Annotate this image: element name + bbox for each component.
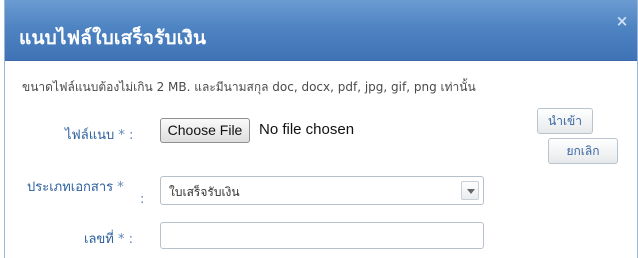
attachment-label: ไฟล์แนบ * :	[65, 124, 133, 145]
import-button[interactable]: นำเข้า	[537, 108, 593, 134]
dialog-title: แนบไฟล์ใบเสร็จรับเงิน	[19, 27, 207, 49]
doc-type-select[interactable]: ใบเสร็จรับเงิน	[160, 176, 484, 205]
cancel-button[interactable]: ยกเลิก	[548, 138, 618, 164]
choose-file-button[interactable]: Choose File	[160, 118, 250, 143]
number-label: เลขที่ * :	[84, 228, 133, 249]
number-required-mark: * :	[118, 232, 134, 247]
attachment-required-mark: * :	[118, 128, 134, 143]
number-input[interactable]	[160, 222, 484, 249]
doc-type-label-text: ประเภทเอกสาร	[27, 180, 114, 195]
attachment-label-text: ไฟล์แนบ	[65, 128, 115, 143]
doc-type-selected-value: ใบเสร็จรับเงิน	[169, 185, 240, 199]
file-size-hint: ขนาดไฟล์แนบต้องไม่เกิน 2 MB. และมีนามสกุ…	[22, 80, 476, 94]
doc-type-label: ประเภทเอกสาร *	[27, 176, 124, 197]
attach-receipt-dialog: แนบไฟล์ใบเสร็จรับเงิน × ขนาดไฟล์แนบต้องไ…	[4, 0, 638, 258]
close-icon[interactable]: ×	[613, 12, 631, 30]
dialog-titlebar: แนบไฟล์ใบเสร็จรับเงิน ×	[5, 0, 637, 61]
number-label-text: เลขที่	[84, 232, 114, 247]
doc-type-colon: :	[140, 192, 145, 207]
chevron-down-icon[interactable]	[461, 181, 479, 200]
doc-type-required-mark: *	[117, 180, 124, 195]
file-status-text: No file chosen	[259, 121, 355, 138]
